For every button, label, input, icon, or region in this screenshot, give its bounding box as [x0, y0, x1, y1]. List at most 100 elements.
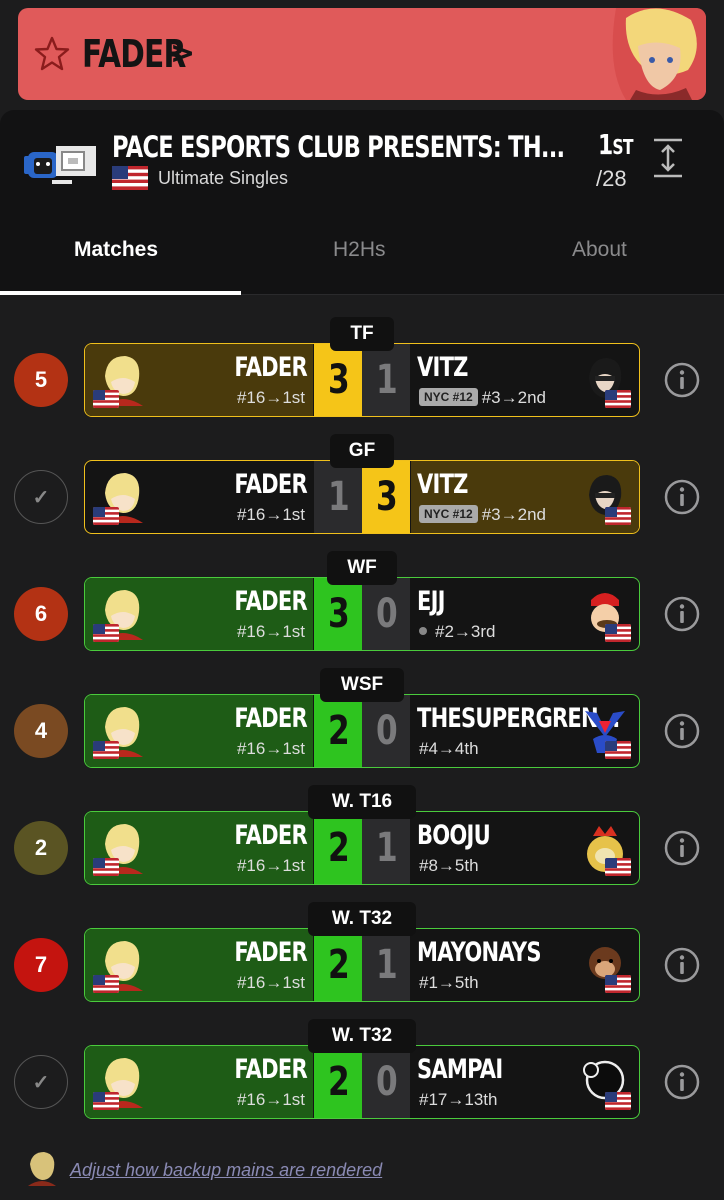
player1-score: 2: [314, 929, 362, 1001]
player2-seed: #4→4th: [419, 739, 479, 758]
player1-panel[interactable]: FADER #16→1st: [85, 344, 313, 416]
us-flag-icon: [605, 507, 631, 525]
player2-name: EJJ: [417, 586, 445, 617]
player2-seed-line: #2→3rd: [419, 622, 495, 642]
match-row[interactable]: 7 FADER #16→1st 2 1 MAYONAYS #1→5th W. T…: [0, 902, 724, 1002]
player2-score: 0: [362, 695, 410, 767]
player2-seed-line: NYC #12 #3→2nd: [419, 388, 546, 408]
us-flag-icon: [93, 1092, 119, 1110]
match-row[interactable]: ✓ FADER #16→1st 2 0 SAMPAI #17→13th W. T…: [0, 1019, 724, 1119]
chevron-right-icon: >: [170, 36, 196, 71]
player1-name: FADER: [234, 586, 308, 617]
player2-seed-line: #4→4th: [419, 739, 479, 759]
player1-panel[interactable]: FADER #16→1st: [85, 929, 313, 1001]
player2-score: 0: [362, 1046, 410, 1118]
event-title[interactable]: PACE ESPORTS CLUB PRESENTS: TH...: [112, 130, 565, 164]
us-flag-icon: [112, 166, 148, 190]
player2-panel[interactable]: EJJ #2→3rd: [411, 578, 639, 650]
player2-panel[interactable]: BOOJU #8→5th: [411, 812, 639, 884]
us-flag-icon: [605, 1092, 631, 1110]
match-row[interactable]: 2 FADER #16→1st 2 1 BOOJU #8→5th W. T16: [0, 785, 724, 885]
player2-panel[interactable]: VITZ NYC #12 #3→2nd: [411, 461, 639, 533]
match-row[interactable]: 4 FADER #16→1st 2 0 THESUPERGREN... #4→4…: [0, 668, 724, 768]
player1-panel[interactable]: FADER #16→1st: [85, 461, 313, 533]
star-icon[interactable]: [34, 36, 70, 72]
player2-panel[interactable]: THESUPERGREN... #4→4th: [411, 695, 639, 767]
player1-panel[interactable]: FADER #16→1st: [85, 578, 313, 650]
us-flag-icon: [93, 624, 119, 642]
player2-name: BOOJU: [417, 820, 491, 851]
tab-matches[interactable]: Matches: [74, 238, 158, 262]
info-icon[interactable]: [664, 713, 700, 749]
us-flag-icon: [605, 975, 631, 993]
player2-seed: #8→5th: [419, 856, 479, 875]
player1-seed: #16→1st: [236, 739, 305, 758]
backup-mains-link[interactable]: Adjust how backup mains are rendered: [70, 1160, 382, 1181]
player2-panel[interactable]: MAYONAYS #1→5th: [411, 929, 639, 1001]
status-dot: [419, 627, 427, 635]
info-icon[interactable]: [664, 830, 700, 866]
match-card[interactable]: FADER #16→1st 3 0 EJJ #2→3rd: [84, 577, 640, 651]
event-logo: [24, 146, 96, 184]
player1-panel[interactable]: FADER #16→1st: [85, 1046, 313, 1118]
character-portrait: [612, 8, 706, 100]
player2-seed-line: #1→5th: [419, 973, 479, 993]
info-icon[interactable]: [664, 479, 700, 515]
match-card[interactable]: FADER #16→1st 2 1 BOOJU #8→5th: [84, 811, 640, 885]
seed-badge: ✓: [14, 470, 68, 524]
us-flag-icon: [605, 624, 631, 642]
player1-seed: #16→1st: [236, 622, 305, 641]
tab-h2hs[interactable]: H2Hs: [333, 238, 386, 262]
player2-score: 3: [362, 461, 410, 533]
us-flag-icon: [605, 390, 631, 408]
match-card[interactable]: FADER #16→1st 1 3 VITZ NYC #12 #3→2nd: [84, 460, 640, 534]
info-icon[interactable]: [664, 947, 700, 983]
match-card[interactable]: FADER #16→1st 2 1 MAYONAYS #1→5th: [84, 928, 640, 1002]
info-icon[interactable]: [664, 362, 700, 398]
player2-score: 1: [362, 929, 410, 1001]
us-flag-icon: [93, 858, 119, 876]
match-card[interactable]: FADER #16→1st 2 0 THESUPERGREN... #4→4th: [84, 694, 640, 768]
us-flag-icon: [93, 390, 119, 408]
match-card[interactable]: FADER #16→1st 2 0 SAMPAI #17→13th: [84, 1045, 640, 1119]
player1-score: 1: [314, 461, 362, 533]
round-label: WF: [327, 551, 397, 585]
player2-panel[interactable]: SAMPAI #17→13th: [411, 1046, 639, 1118]
player2-seed-line: NYC #12 #3→2nd: [419, 505, 546, 525]
player1-score: 3: [314, 344, 362, 416]
seed-badge: 6: [14, 587, 68, 641]
info-icon[interactable]: [664, 1064, 700, 1100]
match-row[interactable]: 5 FADER #16→1st 3 1 VITZ NYC #12 #3→2nd T…: [0, 317, 724, 417]
info-icon[interactable]: [664, 596, 700, 632]
player1-score: 2: [314, 1046, 362, 1118]
player2-seed: #17→13th: [419, 1090, 498, 1109]
us-flag-icon: [93, 975, 119, 993]
match-card[interactable]: FADER #16→1st 3 1 VITZ NYC #12 #3→2nd: [84, 343, 640, 417]
player1-name: FADER: [234, 820, 308, 851]
match-row[interactable]: ✓ FADER #16→1st 1 3 VITZ NYC #12 #3→2nd G…: [0, 434, 724, 534]
player2-seed-line: #8→5th: [419, 856, 479, 876]
player2-name: MAYONAYS: [417, 937, 542, 968]
tab-about[interactable]: About: [572, 238, 627, 262]
round-label: TF: [330, 317, 394, 351]
entrants-count: /28: [596, 166, 627, 191]
player1-name: FADER: [234, 937, 308, 968]
player1-name: FADER: [234, 703, 308, 734]
player1-panel[interactable]: FADER #16→1st: [85, 695, 313, 767]
player2-seed: #3→2nd: [481, 388, 546, 407]
player2-seed-line: #17→13th: [419, 1090, 497, 1110]
placement: 1ST: [598, 128, 634, 161]
player1-seed: #16→1st: [236, 856, 305, 875]
us-flag-icon: [93, 741, 119, 759]
match-row[interactable]: 6 FADER #16→1st 3 0 EJJ #2→3rd WF: [0, 551, 724, 651]
us-flag-icon: [93, 507, 119, 525]
event-header: PACE ESPORTS CLUB PRESENTS: TH... Ultima…: [0, 110, 724, 295]
player1-score: 3: [314, 578, 362, 650]
expand-icon[interactable]: [652, 138, 684, 178]
player-banner[interactable]: FADER >: [18, 8, 706, 100]
player1-panel[interactable]: FADER #16→1st: [85, 812, 313, 884]
player1-seed: #16→1st: [236, 388, 305, 407]
player2-panel[interactable]: VITZ NYC #12 #3→2nd: [411, 344, 639, 416]
player1-name: FADER: [234, 1054, 308, 1085]
player1-seed: #16→1st: [236, 505, 305, 524]
